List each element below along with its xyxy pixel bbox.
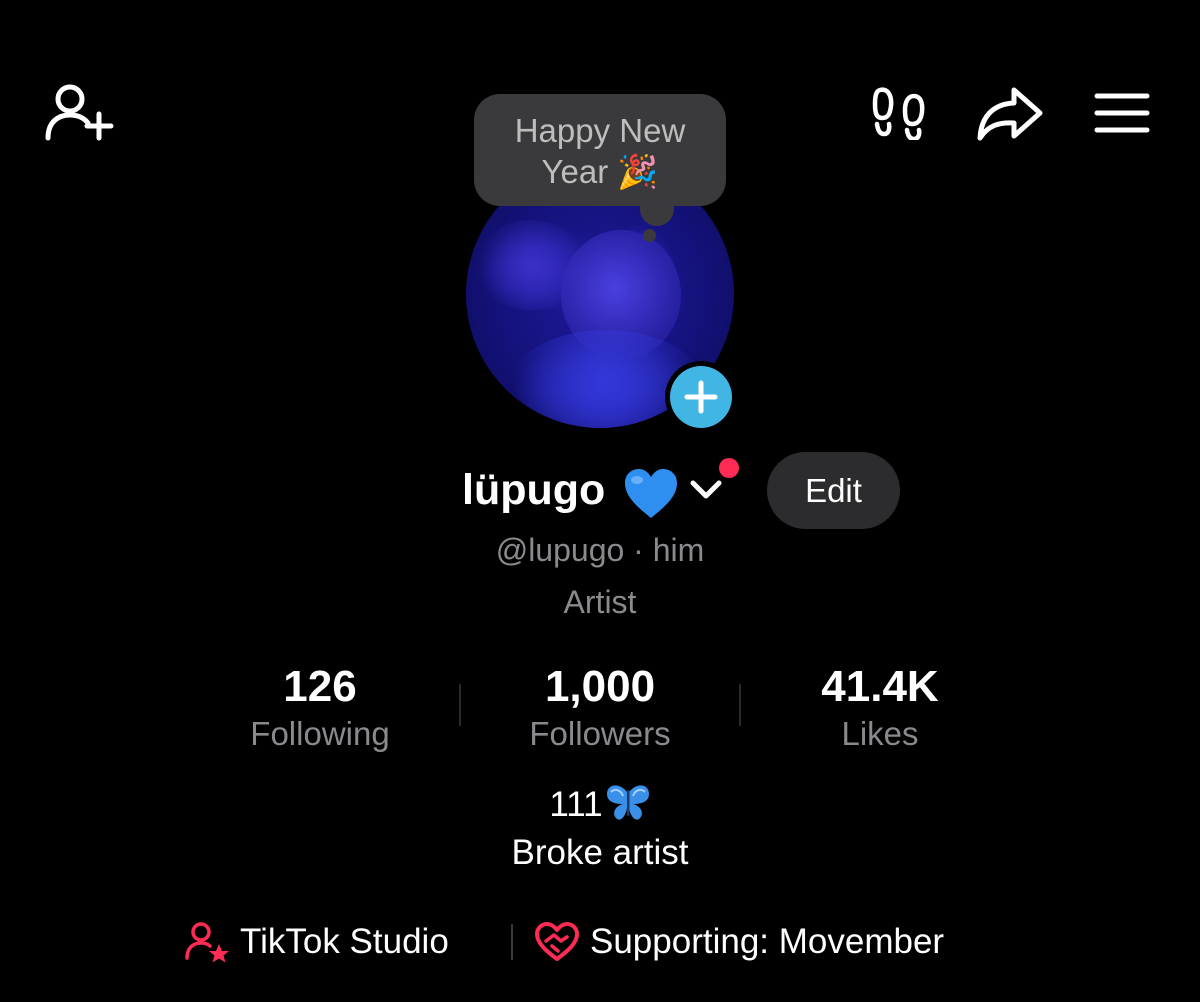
link-divider	[511, 924, 513, 960]
person-plus-icon	[45, 84, 114, 141]
bio-line-2: Broke artist	[511, 833, 689, 872]
pronouns: · him	[633, 532, 705, 568]
following-count: 126	[283, 662, 357, 711]
add-story-badge	[670, 366, 732, 428]
avatar-hand-shape	[476, 220, 586, 310]
blue-heart-icon	[625, 469, 677, 518]
profile-visitors-button[interactable]	[870, 84, 928, 140]
profile-category: Artist	[563, 584, 637, 620]
stat-following[interactable]: 126 Following	[200, 662, 440, 756]
note-text-line2: Year 🎉	[541, 153, 659, 190]
hamburger-menu-icon	[1094, 93, 1150, 133]
likes-label: Likes	[841, 715, 919, 752]
handle-line: @lupugo · him	[0, 530, 1200, 570]
add-story-button[interactable]	[665, 361, 737, 433]
charity-heart-icon	[535, 922, 579, 961]
followers-count: 1,000	[544, 662, 656, 711]
footprints-icon	[872, 87, 925, 140]
tiktok-studio-link[interactable]: TikTok Studio	[184, 920, 449, 964]
add-friends-button[interactable]	[44, 82, 114, 144]
share-arrow-icon	[977, 87, 1043, 141]
display-name: lüpugo	[462, 466, 606, 514]
account-switcher-button[interactable]	[689, 478, 723, 507]
stat-divider	[459, 684, 461, 726]
profile-note-bubble[interactable]: Happy New Year 🎉	[474, 94, 726, 206]
tiktok-studio-label: TikTok Studio	[240, 922, 449, 961]
supporting-label: Supporting: Movember	[590, 922, 945, 961]
stat-likes[interactable]: 41.4K Likes	[760, 662, 1000, 756]
note-bubble-dot	[643, 229, 656, 242]
note-text-line1: Happy New	[514, 112, 686, 149]
plus-icon	[684, 380, 718, 414]
bio-line-1: 111	[0, 784, 1200, 826]
following-label: Following	[250, 715, 390, 752]
creator-star-icon	[185, 922, 229, 963]
chevron-down-icon	[690, 480, 722, 499]
notification-dot	[719, 458, 739, 478]
butterfly-icon	[606, 785, 649, 820]
menu-button[interactable]	[1094, 92, 1150, 134]
followers-label: Followers	[529, 715, 671, 752]
stat-followers[interactable]: 1,000 Followers	[480, 662, 720, 756]
stat-divider	[739, 684, 741, 726]
supporting-cause-link[interactable]: Supporting: Movember	[534, 920, 944, 964]
share-profile-button[interactable]	[976, 84, 1044, 142]
bio-text-1: 111	[549, 785, 603, 824]
username-handle: @lupugo	[495, 532, 625, 568]
likes-count: 41.4K	[821, 662, 939, 711]
edit-profile-button[interactable]: Edit	[767, 452, 900, 529]
